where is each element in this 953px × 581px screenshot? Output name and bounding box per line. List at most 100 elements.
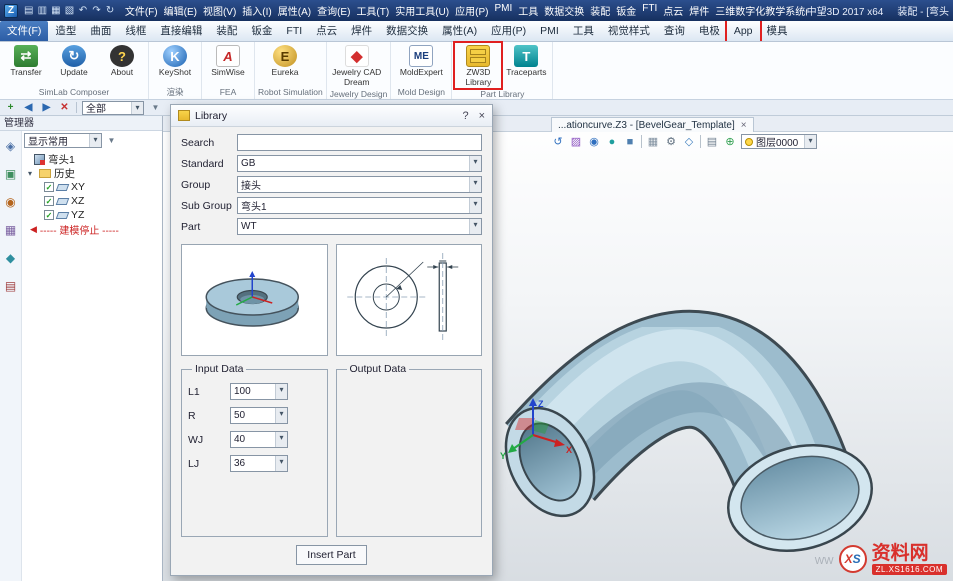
add-icon[interactable]: + <box>4 102 17 113</box>
visual-style-icon[interactable]: ▨ <box>569 135 583 148</box>
history-stop-marker[interactable]: ◀ ----- 建模停止 ----- <box>24 222 160 236</box>
menu-item-attributes[interactable]: 属性(A) <box>278 3 311 18</box>
tab-applications[interactable]: 应用(P) <box>484 21 533 41</box>
search-input[interactable] <box>237 134 482 151</box>
moldexpert-button[interactable]: ME MoldExpert <box>394 43 448 86</box>
history-filter-dropdown[interactable]: 显示常用 ▾ <box>24 133 102 148</box>
back-icon[interactable]: ◀ <box>22 102 35 113</box>
insert-part-button[interactable]: Insert Part <box>296 545 366 565</box>
tree-root-part[interactable]: 弯头1 <box>24 152 160 166</box>
tab-direct-edit[interactable]: 直接编辑 <box>153 21 209 41</box>
tab-electrode[interactable]: 电极 <box>692 21 727 41</box>
print-icon[interactable]: ▧ <box>64 5 76 16</box>
tab-app[interactable]: App <box>727 21 760 41</box>
help-button[interactable]: ? <box>462 110 468 122</box>
menu-item-inquire[interactable]: 查询(E) <box>317 3 350 18</box>
tab-weldment[interactable]: 焊件 <box>344 21 379 41</box>
remove-icon[interactable]: ✕ <box>58 102 71 113</box>
traceparts-button[interactable]: T Traceparts <box>503 43 549 88</box>
menu-item-pmi[interactable]: PMI <box>494 3 512 18</box>
tab-pmi[interactable]: PMI <box>533 21 566 41</box>
tree-plane-xz[interactable]: ✓ XZ <box>24 194 160 208</box>
refresh-icon[interactable]: ↻ <box>104 5 116 16</box>
tab-pointcloud[interactable]: 点云 <box>309 21 344 41</box>
save-icon[interactable]: ▦ <box>50 5 62 16</box>
part-dropdown[interactable]: WT ▾ <box>237 218 482 235</box>
tree-funnel-icon[interactable]: ▼ <box>105 136 118 145</box>
expander-icon[interactable]: ▾ <box>28 169 36 178</box>
view-cube-icon[interactable]: ■ <box>623 136 637 148</box>
menu-item-pointcloud[interactable]: 点云 <box>663 3 683 18</box>
jewelry-button[interactable]: ◆ Jewelry CAD Dream <box>330 43 384 88</box>
input-wj-spinner[interactable]: 40 ▾ <box>230 431 288 448</box>
input-r-spinner[interactable]: 50 ▾ <box>230 407 288 424</box>
update-button[interactable]: ↻ Update <box>51 43 97 86</box>
about-button[interactable]: ? About <box>99 43 145 86</box>
tree-plane-xy[interactable]: ✓ XY <box>24 180 160 194</box>
checkbox-xy[interactable]: ✓ <box>44 182 54 192</box>
forward-icon[interactable]: ▶ <box>40 102 53 113</box>
undo-view-icon[interactable]: ↺ <box>551 135 565 148</box>
checkbox-xz[interactable]: ✓ <box>44 196 54 206</box>
tab-attributes[interactable]: 属性(A) <box>435 21 484 41</box>
render-mode-icon[interactable]: ● <box>605 136 619 148</box>
menu-item-utilities[interactable]: 实用工具(U) <box>395 3 449 18</box>
new-file-icon[interactable]: ▤ <box>23 5 35 16</box>
menu-item-edit[interactable]: 编辑(E) <box>164 3 197 18</box>
tab-file[interactable]: 文件(F) <box>0 21 48 41</box>
menu-item-assembly[interactable]: 装配 <box>590 3 610 18</box>
layer-dropdown[interactable]: 图层0000 ▾ <box>741 134 817 149</box>
sidebar-shape-icon[interactable]: ◈ <box>6 139 15 153</box>
keyshot-button[interactable]: K KeyShot <box>152 43 198 86</box>
tab-tools[interactable]: 工具 <box>566 21 601 41</box>
tab-shape[interactable]: 造型 <box>48 21 83 41</box>
redo-icon[interactable]: ↷ <box>91 5 103 16</box>
sidebar-assembly-icon[interactable]: ▣ <box>5 167 16 181</box>
tree-plane-yz[interactable]: ✓ YZ <box>24 208 160 222</box>
menu-item-sheetmetal[interactable]: 钣金 <box>616 3 636 18</box>
sidebar-layer-icon[interactable]: ▦ <box>5 223 16 237</box>
open-file-icon[interactable]: ▥ <box>37 5 49 16</box>
sidebar-view-icon[interactable]: ◉ <box>5 195 15 209</box>
tab-data-exchange[interactable]: 数据交换 <box>379 21 435 41</box>
menu-item-insert[interactable]: 插入(I) <box>242 3 271 18</box>
close-button[interactable]: × <box>479 110 485 122</box>
zw3d-library-button[interactable]: ZW3D Library <box>455 43 501 88</box>
section-view-icon[interactable]: ◇ <box>682 135 696 148</box>
document-tab[interactable]: ...ationcurve.Z3 - [BevelGear_Template] … <box>551 117 754 132</box>
close-icon[interactable]: × <box>741 120 747 131</box>
checkbox-yz[interactable]: ✓ <box>44 210 54 220</box>
standard-dropdown[interactable]: GB ▾ <box>237 155 482 172</box>
menu-item-weldment[interactable]: 焊件 <box>689 3 709 18</box>
tab-surface[interactable]: 曲面 <box>83 21 118 41</box>
subgroup-dropdown[interactable]: 弯头1 ▾ <box>237 197 482 214</box>
menu-item-tools[interactable]: 工具(T) <box>356 3 389 18</box>
transfer-button[interactable]: ⇄ Transfer <box>3 43 49 86</box>
tree-history-node[interactable]: ▾ 历史 <box>24 166 160 180</box>
tab-mold[interactable]: 模具 <box>760 21 795 41</box>
tab-visual-style[interactable]: 视觉样式 <box>601 21 657 41</box>
display-list-icon[interactable]: ▤ <box>705 135 719 148</box>
menu-item-teaching-system[interactable]: 三维数字化教学系统(T) <box>715 3 806 18</box>
input-l1-spinner[interactable]: 100 ▾ <box>230 383 288 400</box>
group-dropdown[interactable]: 接头 ▾ <box>237 176 482 193</box>
tab-inquire[interactable]: 查询 <box>657 21 692 41</box>
simwise-button[interactable]: A SimWise <box>205 43 251 86</box>
menu-item-view[interactable]: 视图(V) <box>203 3 236 18</box>
grid-toggle-icon[interactable]: ▦ <box>646 135 660 148</box>
show-hide-icon[interactable]: ◉ <box>587 135 601 148</box>
filter-all-dropdown[interactable]: 全部 ▾ <box>82 101 144 115</box>
tab-sheetmetal[interactable]: 钣金 <box>244 21 279 41</box>
menu-item-fti[interactable]: FTI <box>642 3 657 18</box>
sidebar-role-icon[interactable]: ▤ <box>5 279 16 293</box>
tab-wireframe[interactable]: 线框 <box>118 21 153 41</box>
eureka-button[interactable]: E Eureka <box>258 43 312 86</box>
tab-assembly[interactable]: 装配 <box>209 21 244 41</box>
tab-fti[interactable]: FTI <box>279 21 309 41</box>
library-dialog-titlebar[interactable]: Library ? × <box>171 105 492 127</box>
menu-item-file[interactable]: 文件(F) <box>125 3 158 18</box>
menu-item-tools2[interactable]: 工具 <box>518 3 538 18</box>
menu-item-data-exchange[interactable]: 数据交换 <box>544 3 584 18</box>
zoom-fit-icon[interactable]: ⊕ <box>723 135 737 148</box>
sidebar-visual-icon[interactable]: ◆ <box>6 251 15 265</box>
